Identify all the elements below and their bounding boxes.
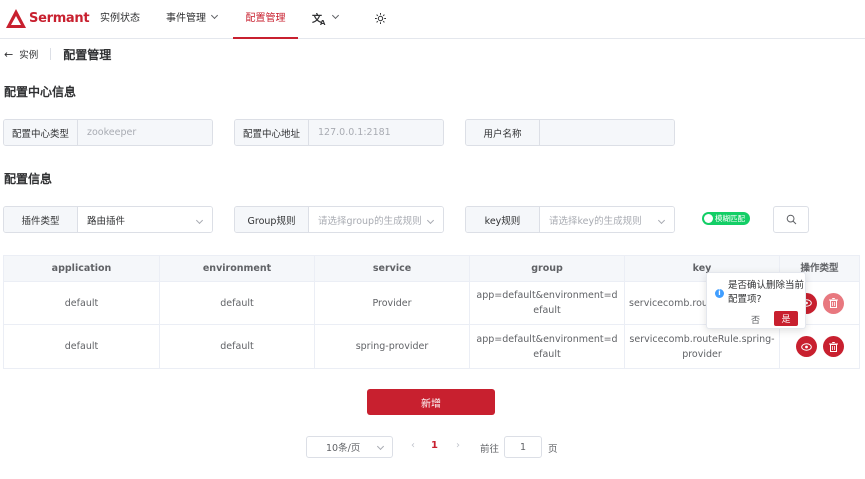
username-input	[540, 120, 674, 145]
cell-key: servicecomb.routeRule.spring-provider	[625, 325, 780, 368]
goto-label: 前往	[480, 444, 500, 455]
brand-name: Sermant	[29, 11, 90, 26]
config-center-address-field: 配置中心地址 127.0.0.1:2181	[234, 119, 444, 146]
eye-icon	[800, 342, 812, 351]
current-page-number[interactable]: 1	[431, 440, 438, 451]
key-rule-label: key规则	[466, 207, 540, 232]
plugin-type-select[interactable]: 路由插件	[78, 207, 212, 232]
delete-popconfirm: i 是否确认删除当前配置项? 否 是	[706, 272, 806, 329]
group-rule-select[interactable]: 请选择group的生成规则	[309, 207, 443, 232]
key-rule-field: key规则 请选择key的生成规则	[465, 206, 675, 233]
table-row: default default spring-provider app=defa…	[4, 325, 859, 368]
plugin-type-value: 路由插件	[87, 215, 126, 227]
cell-group: app=default&environment=default	[470, 325, 625, 368]
config-center-address-label: 配置中心地址	[235, 120, 309, 145]
config-center-type-field: 配置中心类型 zookeeper	[3, 119, 213, 146]
chevron-down-icon	[426, 216, 435, 225]
plugin-type-field: 插件类型 路由插件	[3, 206, 213, 233]
top-navbar: Sermant 实例状态 事件管理 配置管理 文 A	[0, 0, 865, 39]
chevron-down-icon	[657, 216, 666, 225]
breadcrumb-divider	[50, 48, 52, 60]
key-rule-placeholder: 请选择key的生成规则	[549, 215, 642, 227]
sun-icon	[375, 12, 386, 24]
page-suffix-label: 页	[548, 444, 558, 455]
trash-icon	[828, 298, 838, 308]
page-size-select[interactable]: 10条/页	[306, 436, 393, 458]
breadcrumb-back-link[interactable]: 实例	[19, 47, 38, 61]
breadcrumb: ← 实例 配置管理	[4, 45, 111, 63]
cell-application: default	[4, 325, 160, 368]
header-application: application	[4, 256, 160, 281]
nav-event-management-label: 事件管理	[166, 13, 206, 24]
cell-environment: default	[160, 325, 315, 368]
username-label: 用户名称	[466, 120, 540, 145]
fuzzy-match-switch[interactable]: 模糊匹配	[702, 212, 750, 225]
chevron-down-icon	[195, 216, 204, 225]
theme-toggle[interactable]	[375, 0, 386, 39]
popconfirm-message: 是否确认删除当前配置项?	[728, 280, 805, 305]
cell-environment: default	[160, 282, 315, 324]
popconfirm-cancel-button[interactable]: 否	[751, 313, 760, 326]
chevron-down-icon	[210, 11, 219, 20]
fuzzy-match-label: 模糊匹配	[715, 214, 745, 223]
prev-page-button[interactable]: ‹	[411, 440, 415, 451]
search-icon	[786, 214, 796, 225]
next-page-button[interactable]: ›	[456, 440, 460, 451]
add-config-button[interactable]: 新增	[367, 389, 495, 415]
cell-group: app=default&environment=default	[470, 282, 625, 324]
page-title: 配置管理	[63, 47, 112, 62]
header-service: service	[315, 256, 470, 281]
popconfirm-confirm-button[interactable]: 是	[774, 311, 798, 326]
cell-actions	[780, 325, 859, 368]
translate-icon: 文 A	[312, 12, 326, 27]
group-rule-field: Group规则 请选择group的生成规则	[234, 206, 444, 233]
delete-button[interactable]	[822, 336, 844, 357]
chevron-down-icon	[376, 442, 385, 451]
view-button[interactable]	[795, 336, 817, 357]
search-button[interactable]	[773, 206, 809, 233]
group-rule-label: Group规则	[235, 207, 309, 232]
nav-event-management[interactable]: 事件管理	[166, 0, 219, 39]
key-rule-select[interactable]: 请选择key的生成规则	[540, 207, 674, 232]
sermant-logo-icon	[6, 9, 26, 28]
goto-page-input[interactable]: 1	[504, 436, 542, 458]
chevron-down-icon	[331, 11, 340, 20]
back-arrow-icon[interactable]: ←	[4, 48, 13, 61]
config-center-section-title: 配置中心信息	[4, 85, 77, 99]
nav-instance-status[interactable]: 实例状态	[100, 0, 140, 39]
svg-text:A: A	[320, 19, 326, 25]
config-info-section-title: 配置信息	[4, 172, 53, 186]
username-field: 用户名称	[465, 119, 675, 146]
cell-service: Provider	[315, 282, 470, 324]
cell-application: default	[4, 282, 160, 324]
info-icon: i	[715, 289, 724, 298]
config-center-address-input: 127.0.0.1:2181	[309, 120, 443, 145]
nav-config-management[interactable]: 配置管理	[233, 0, 298, 39]
cell-service: spring-provider	[315, 325, 470, 368]
plugin-type-label: 插件类型	[4, 207, 78, 232]
header-environment: environment	[160, 256, 315, 281]
delete-button[interactable]	[822, 292, 844, 314]
trash-icon	[828, 341, 838, 352]
config-center-type-label: 配置中心类型	[4, 120, 78, 145]
language-switcher[interactable]: 文 A	[312, 0, 340, 39]
switch-knob	[704, 214, 713, 223]
config-center-type-input: zookeeper	[78, 120, 212, 145]
header-group: group	[470, 256, 625, 281]
group-rule-placeholder: 请选择group的生成规则	[318, 215, 422, 227]
page-size-value: 10条/页	[326, 443, 361, 454]
sermant-logo[interactable]: Sermant	[6, 9, 90, 28]
